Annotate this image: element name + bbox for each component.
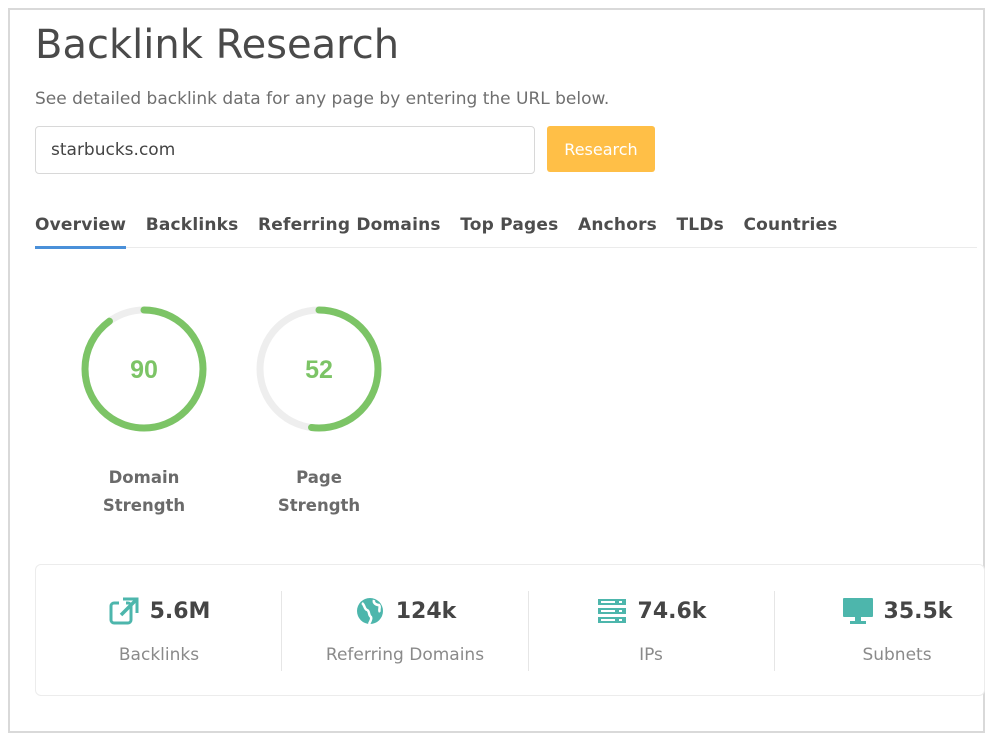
domain-strength-label: Domain Strength [74, 464, 214, 520]
monitor-icon [842, 595, 874, 627]
stat-backlinks: 5.6M Backlinks [36, 565, 282, 697]
stat-value: 35.5k [883, 598, 953, 624]
tab-countries[interactable]: Countries [743, 212, 837, 249]
tab-anchors[interactable]: Anchors [578, 212, 657, 249]
gauge-label-line: Domain [108, 468, 180, 487]
tab-bar: Overview Backlinks Referring Domains Top… [35, 212, 857, 250]
domain-strength-gauge: 90 Domain Strength [74, 304, 214, 520]
stat-subnets: 35.5k Subnets [774, 565, 992, 697]
page-title: Backlink Research [35, 22, 400, 68]
page-strength-value: 52 [305, 356, 333, 384]
tab-referring-domains[interactable]: Referring Domains [258, 212, 441, 249]
domain-strength-value: 90 [130, 356, 158, 384]
stat-ips: 74.6k IPs [528, 565, 774, 697]
stats-panel: 5.6M Backlinks 124k Referring Domains 74… [35, 564, 985, 696]
stat-label: IPs [639, 645, 663, 665]
external-link-icon [108, 595, 140, 627]
gauge-label-line: Page [296, 468, 342, 487]
stat-label: Referring Domains [325, 645, 485, 665]
stat-referring-domains: 124k Referring Domains [282, 565, 528, 697]
stat-label: Subnets [862, 645, 932, 665]
domain-strength-ring: 90 [81, 306, 207, 432]
tab-tlds[interactable]: TLDs [677, 212, 724, 249]
url-search-input[interactable] [35, 126, 535, 174]
page-strength-gauge: 52 Page Strength [249, 304, 389, 520]
tab-overview[interactable]: Overview [35, 212, 127, 249]
stat-value: 124k [395, 598, 457, 624]
gauge-label-line: Strength [102, 496, 186, 515]
server-icon [596, 595, 628, 627]
gauge-label-line: Strength [277, 496, 361, 515]
tab-top-pages[interactable]: Top Pages [460, 212, 558, 249]
tab-backlinks[interactable]: Backlinks [146, 212, 239, 249]
research-button[interactable]: Research [547, 126, 655, 172]
page-subtitle: See detailed backlink data for any page … [35, 89, 610, 109]
stat-value: 5.6M [149, 598, 211, 624]
page-strength-ring: 52 [256, 306, 382, 432]
page-strength-label: Page Strength [249, 464, 389, 520]
stat-label: Backlinks [118, 645, 200, 665]
stat-value: 74.6k [637, 598, 707, 624]
globe-icon [354, 595, 386, 627]
